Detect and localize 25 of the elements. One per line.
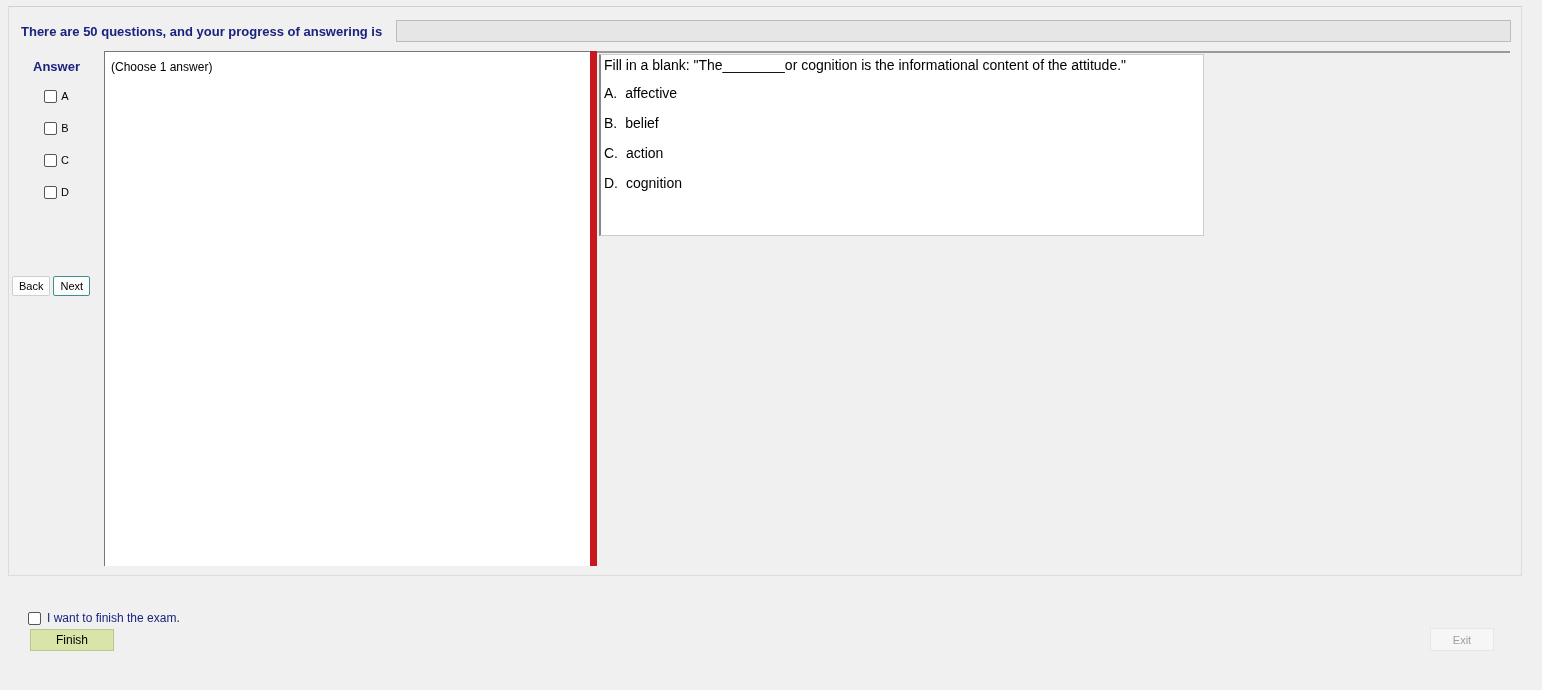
choice-text: action: [626, 145, 664, 161]
finish-button[interactable]: Finish: [30, 629, 114, 651]
choice-text: affective: [625, 85, 678, 101]
nav-button[interactable]: Back: [12, 276, 51, 296]
finish-label: I want to finish the exam.: [47, 611, 180, 625]
choice-letter: A.: [604, 85, 618, 101]
answer-checkbox[interactable]: [44, 89, 58, 103]
answer-title: Answer: [33, 59, 80, 74]
answer-checkbox[interactable]: [44, 153, 57, 167]
choice-letter: C.: [604, 145, 618, 161]
option-label: B: [61, 122, 69, 134]
option-label: D: [61, 186, 69, 198]
finish-checkbox[interactable]: [28, 611, 41, 625]
option-label: A: [61, 90, 69, 102]
choice-text: cognition: [626, 175, 683, 191]
nav-button[interactable]: Next: [53, 276, 91, 296]
choose-hint: (Choose 1 answer): [111, 60, 213, 74]
answer-checkbox[interactable]: [44, 185, 57, 199]
progress-label: There are 50 questions, and your progress of answering is: [21, 23, 383, 39]
choice-letter: B.: [604, 115, 618, 131]
option-label: C: [61, 154, 69, 166]
choice-text: belief: [625, 115, 659, 131]
question-text: Fill in a blank: "The________or cognition is the informational content of the attitude.": [604, 57, 1128, 73]
choice-letter: D.: [604, 175, 618, 191]
answer-checkbox[interactable]: [44, 121, 58, 135]
